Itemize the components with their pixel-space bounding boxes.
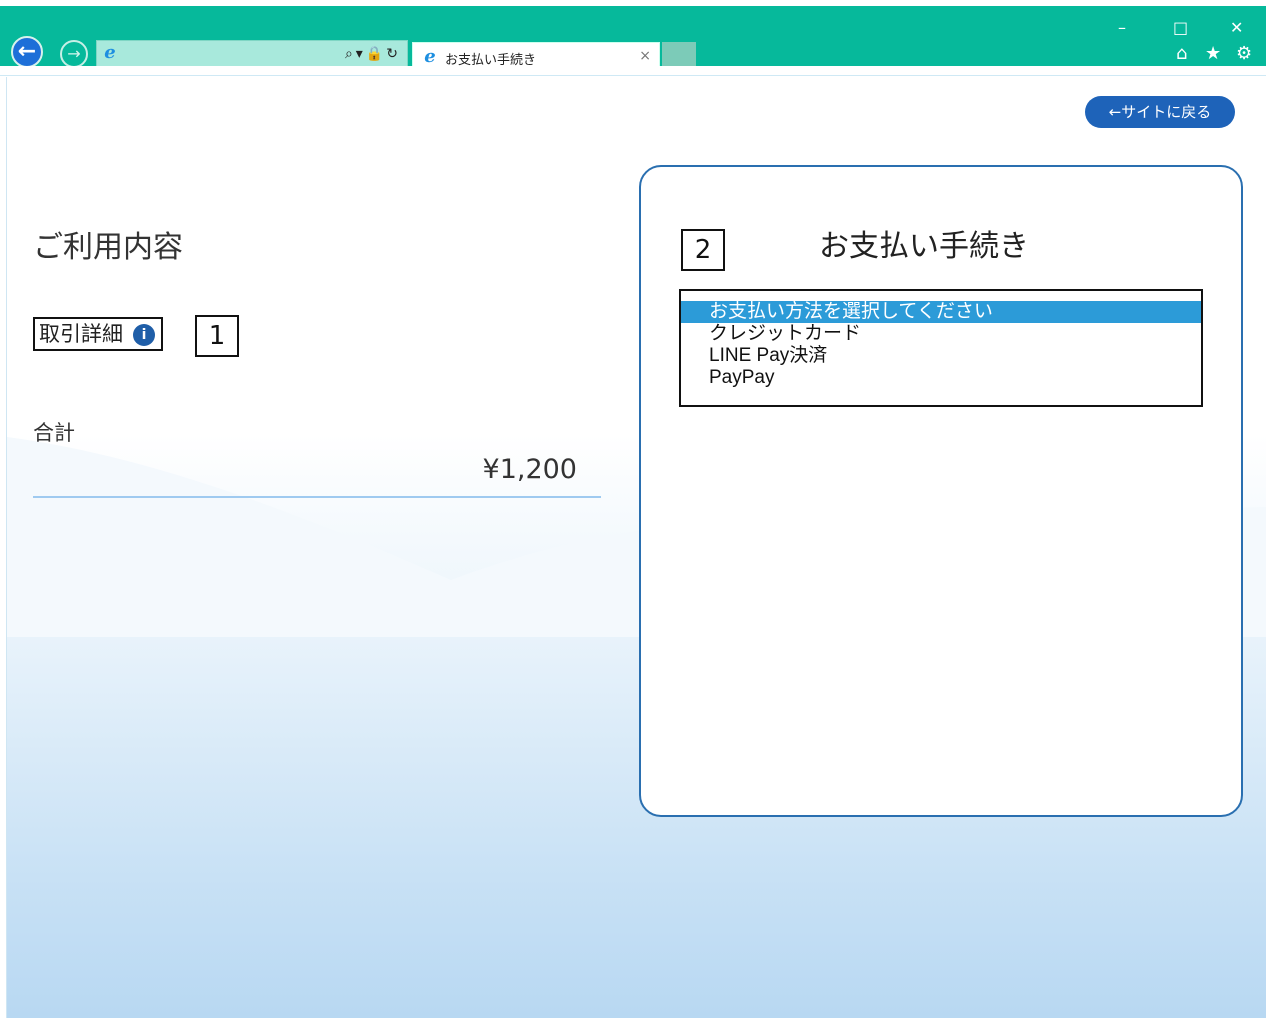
tab-ie-icon: e	[424, 46, 436, 67]
address-tools-icon[interactable]: ⌕▾🔒↻	[345, 46, 401, 62]
settings-icon[interactable]: ⚙	[1236, 43, 1252, 64]
home-icon[interactable]: ⌂	[1176, 43, 1187, 64]
payment-option[interactable]: お支払い方法を選択してください	[681, 301, 1201, 323]
close-icon[interactable]: ✕	[1230, 18, 1243, 37]
payment-title: お支払い手続き	[819, 229, 1029, 264]
maximize-icon[interactable]: □	[1173, 18, 1188, 37]
annotation-marker-1: 1	[195, 315, 239, 357]
payment-method-select[interactable]: お支払い方法を選択してください クレジットカード LINE Pay決済 PayP…	[679, 289, 1203, 407]
back-to-site-button[interactable]: ←サイトに戻る	[1085, 96, 1235, 128]
page-content: ←サイトに戻る ご利用内容 取引詳細 i 1 合計 ¥1,200 2 お支払い手続…	[6, 77, 1266, 1018]
payment-card: 2 お支払い手続き お支払い方法を選択してください クレジットカード LINE …	[639, 165, 1243, 817]
forward-button[interactable]: →	[60, 40, 88, 68]
annotation-marker-2: 2	[681, 229, 725, 271]
payment-option[interactable]: クレジットカード	[681, 323, 1201, 345]
transaction-details-toggle[interactable]: 取引詳細 i	[33, 317, 163, 351]
browser-chrome: ← → e ⌕▾🔒↻ e お支払い手続き × – □ ✕ ⌂ ★ ⚙	[0, 6, 1266, 72]
info-icon[interactable]: i	[133, 324, 155, 346]
address-bar[interactable]: e ⌕▾🔒↻	[96, 40, 408, 68]
usage-heading: ご利用内容	[33, 230, 183, 265]
minimize-icon[interactable]: –	[1118, 18, 1126, 37]
tab-close-icon[interactable]: ×	[639, 48, 651, 64]
total-amount: ¥1,200	[482, 454, 577, 485]
ie-logo-icon: e	[104, 42, 116, 63]
favorites-icon[interactable]: ★	[1205, 43, 1221, 64]
total-label: 合計	[33, 421, 75, 445]
chrome-separator	[0, 66, 1266, 76]
back-button[interactable]: ←	[11, 36, 43, 68]
transaction-details-label: 取引詳細	[39, 322, 123, 346]
total-underline	[33, 496, 601, 498]
payment-option[interactable]: LINE Pay決済	[681, 345, 1201, 367]
payment-option[interactable]: PayPay	[681, 367, 1201, 389]
